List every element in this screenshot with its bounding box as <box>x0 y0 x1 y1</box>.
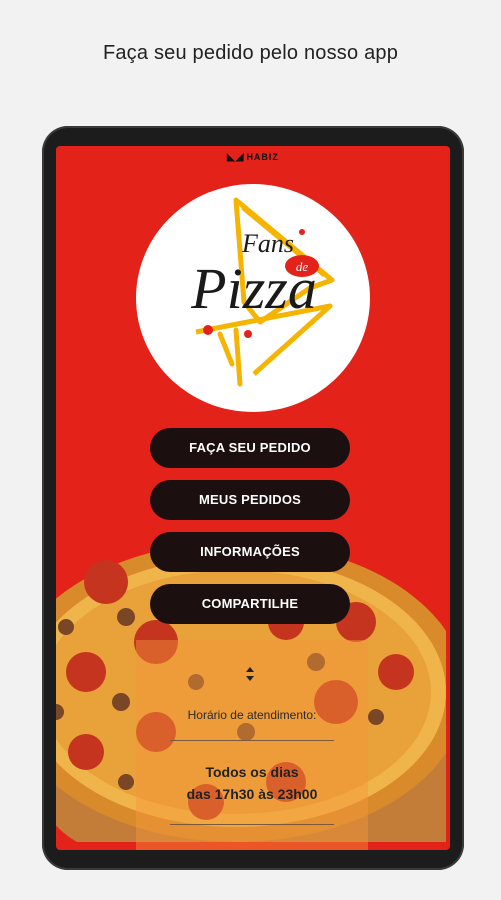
logo-word-fans: Fans <box>241 229 294 258</box>
order-button[interactable]: FAÇA SEU PEDIDO <box>150 428 350 468</box>
hours-label: Horário de atendimento: <box>187 708 317 722</box>
my-orders-button[interactable]: MEUS PEDIDOS <box>150 480 350 520</box>
platform-brand: ◣◢ HABIZ <box>56 152 450 163</box>
platform-brand-name: HABIZ <box>246 152 279 162</box>
habiz-logo-icon: ◣◢ <box>227 152 245 163</box>
app-screen: ◣◢ HABIZ de Fans Pizza FAÇA SEU PEDIDO M… <box>56 146 450 850</box>
restaurant-logo: de Fans Pizza <box>136 184 370 412</box>
logo-word-pizza: Pizza <box>190 256 317 321</box>
hours-days: Todos os dias <box>205 764 299 780</box>
pizza-slice-logo-icon: de Fans Pizza <box>190 197 335 387</box>
info-button[interactable]: INFORMAÇÕES <box>150 532 350 572</box>
hours-times: das 17h30 às 23h00 <box>186 786 318 802</box>
tablet-frame: ◣◢ HABIZ de Fans Pizza FAÇA SEU PEDIDO M… <box>42 126 464 870</box>
share-button[interactable]: COMPARTILHE <box>150 584 350 624</box>
hours-divider-bottom <box>170 824 334 825</box>
store-caption: Faça seu pedido pelo nosso app <box>102 42 399 64</box>
hours-divider-top <box>170 740 334 741</box>
expand-arrows-icon[interactable] <box>245 666 255 682</box>
